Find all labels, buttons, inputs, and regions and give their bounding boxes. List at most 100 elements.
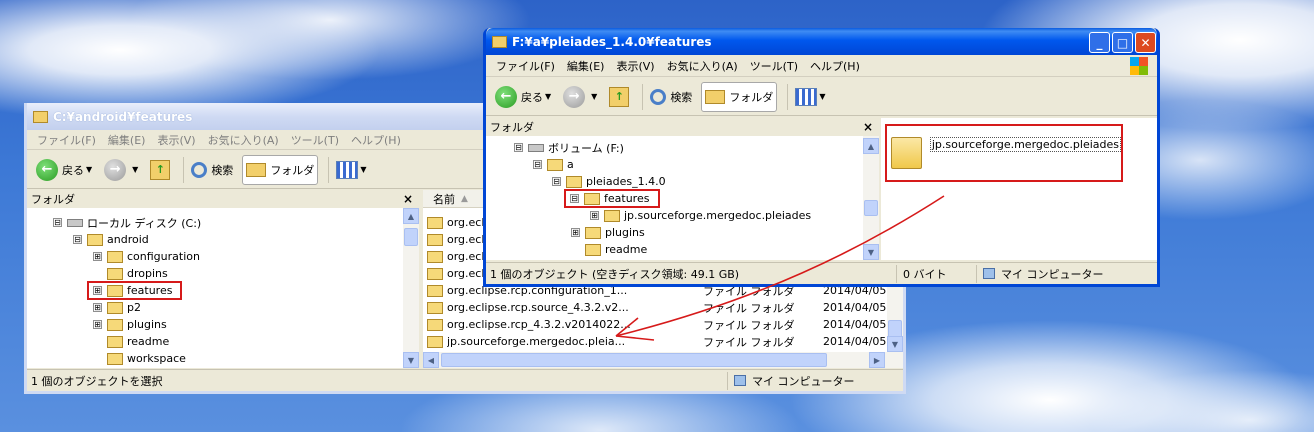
- close-folders-pane-button[interactable]: ×: [863, 120, 873, 134]
- collapse-icon[interactable]: ⊟: [533, 160, 542, 169]
- folder-icon: [107, 335, 123, 348]
- scroll-right-icon[interactable]: ▶: [869, 352, 885, 368]
- folder-tree-scrollbar[interactable]: ▲ ▼: [863, 136, 879, 260]
- menu-tools[interactable]: ツール(T): [285, 132, 345, 148]
- minimize-button[interactable]: _: [1089, 32, 1110, 53]
- tree-item-features[interactable]: ⊞ features: [87, 281, 182, 300]
- list-item[interactable]: org.eclipse.rcp_4.3.2.v2014022... ファイル フォ…: [423, 316, 887, 333]
- folder-icon: [107, 301, 123, 314]
- back-arrow-icon: ←: [36, 158, 58, 181]
- toolbar-separator: [787, 83, 789, 110]
- back-button[interactable]: ← 戻る ▼: [33, 155, 95, 185]
- scroll-thumb[interactable]: [441, 353, 827, 367]
- folders-pane-header: フォルダ ×: [27, 190, 419, 208]
- tree-item-configuration[interactable]: ⊞ configuration: [93, 248, 200, 265]
- tree-item-readme[interactable]: readme: [107, 333, 169, 350]
- tree-item-plugins[interactable]: ⊞ plugins: [93, 316, 167, 333]
- up-folder-button[interactable]: ↑: [606, 82, 632, 112]
- scroll-up-icon[interactable]: ▲: [403, 208, 419, 224]
- menu-file[interactable]: ファイル(F): [490, 58, 561, 74]
- scroll-down-icon[interactable]: ▼: [403, 352, 419, 368]
- folder-icon: [107, 267, 123, 280]
- menu-favorites[interactable]: お気に入り(A): [202, 132, 285, 148]
- folders-button[interactable]: フォルダ: [242, 154, 319, 185]
- toolbar-separator: [642, 83, 644, 110]
- menu-edit[interactable]: 編集(E): [561, 58, 611, 74]
- toolbar-separator: [183, 156, 185, 183]
- up-folder-icon: ↑: [609, 86, 630, 107]
- tree-item-mergedoc[interactable]: ⊞ jp.sourceforge.mergedoc.pleiades: [590, 207, 811, 224]
- expand-icon[interactable]: ⊞: [590, 211, 599, 220]
- right-title-bar[interactable]: F:¥a¥pleiades_1.4.0¥features _ □ ✕: [486, 28, 1157, 55]
- folders-pane-header: フォルダ ×: [486, 118, 879, 136]
- menu-view[interactable]: 表示(V): [610, 58, 660, 74]
- collapse-icon[interactable]: ⊟: [514, 143, 523, 152]
- tree-item-pleiades[interactable]: ⊟ pleiades_1.4.0: [552, 173, 666, 190]
- right-explorer-window[interactable]: F:¥a¥pleiades_1.4.0¥features _ □ ✕ ファイル(…: [483, 28, 1160, 287]
- scroll-left-icon[interactable]: ◀: [423, 352, 439, 368]
- column-name-header[interactable]: 名前: [427, 191, 455, 207]
- up-folder-button[interactable]: ↑: [147, 155, 173, 185]
- tree-item-workspace[interactable]: workspace: [107, 350, 186, 367]
- tree-item-readme[interactable]: readme: [585, 241, 647, 258]
- status-location: マイ コンピューター: [727, 371, 855, 390]
- tree-item-local-disk[interactable]: ⊟ ローカル ディスク (C:): [53, 214, 201, 231]
- collapse-icon[interactable]: ⊟: [570, 194, 579, 203]
- tree-item-p2[interactable]: ⊞ p2: [93, 299, 141, 316]
- sort-ascending-icon: ▲: [461, 193, 468, 204]
- forward-button[interactable]: → ▼: [101, 155, 141, 185]
- search-button[interactable]: 検索: [647, 82, 695, 112]
- left-window-title: C:¥android¥features: [53, 109, 193, 124]
- status-location: マイ コンピューター: [976, 264, 1104, 283]
- computer-icon: [734, 375, 746, 386]
- file-list-hscrollbar[interactable]: ◀ ▶: [423, 352, 903, 368]
- menu-help[interactable]: ヘルプ(H): [804, 58, 866, 74]
- list-item[interactable]: org.eclipse.rcp.source_4.3.2.v2... ファイル フ…: [423, 299, 887, 316]
- expand-icon[interactable]: ⊞: [93, 303, 102, 312]
- list-item[interactable]: jp.sourceforge.mergedoc.pleia... ファイル フォル…: [423, 333, 887, 350]
- tree-item-android[interactable]: ⊟ android: [73, 231, 149, 248]
- back-button[interactable]: ← 戻る ▼: [492, 82, 554, 112]
- folders-button[interactable]: フォルダ: [701, 81, 778, 112]
- search-icon: [650, 88, 667, 105]
- menu-edit[interactable]: 編集(E): [102, 132, 152, 148]
- menu-favorites[interactable]: お気に入り(A): [661, 58, 744, 74]
- views-icon: [336, 160, 359, 179]
- right-toolbar: ← 戻る ▼ → ▼ ↑ 検索 フォルダ ▼: [486, 78, 1157, 116]
- scroll-down-icon[interactable]: ▼: [863, 244, 879, 260]
- expand-icon[interactable]: ⊞: [93, 286, 102, 295]
- folder-tree-scrollbar[interactable]: ▲ ▼: [403, 208, 419, 368]
- menu-view[interactable]: 表示(V): [151, 132, 201, 148]
- tree-item-features[interactable]: ⊟ features: [564, 189, 660, 208]
- menu-help[interactable]: ヘルプ(H): [345, 132, 407, 148]
- collapse-icon[interactable]: ⊟: [552, 177, 561, 186]
- forward-button[interactable]: → ▼: [560, 82, 600, 112]
- tree-item-dropins[interactable]: dropins: [107, 265, 168, 282]
- maximize-button[interactable]: □: [1112, 32, 1133, 53]
- views-button[interactable]: ▼: [792, 82, 828, 112]
- menu-tools[interactable]: ツール(T): [744, 58, 804, 74]
- close-button[interactable]: ✕: [1135, 32, 1156, 53]
- expand-icon[interactable]: ⊞: [571, 228, 580, 237]
- folder-icon: [33, 110, 48, 123]
- search-button[interactable]: 検索: [188, 155, 236, 185]
- tree-item-plugins[interactable]: ⊞ plugins: [571, 224, 645, 241]
- scroll-thumb[interactable]: [404, 228, 418, 246]
- collapse-icon[interactable]: ⊟: [73, 235, 82, 244]
- folder-icon: [427, 267, 443, 280]
- expand-icon[interactable]: ⊞: [93, 320, 102, 329]
- scroll-down-icon[interactable]: ▼: [887, 336, 903, 352]
- expand-icon[interactable]: ⊞: [93, 252, 102, 261]
- scroll-thumb[interactable]: [864, 200, 878, 216]
- pleiades-folder-item[interactable]: jp.sourceforge.mergedoc.pleiades: [885, 124, 1123, 182]
- tree-item-a[interactable]: ⊟ a: [533, 156, 574, 173]
- views-button[interactable]: ▼: [333, 155, 369, 185]
- scroll-up-icon[interactable]: ▲: [863, 138, 879, 154]
- tree-item-volume[interactable]: ⊟ ボリューム (F:): [514, 139, 624, 156]
- close-folders-pane-button[interactable]: ×: [403, 192, 413, 206]
- menu-file[interactable]: ファイル(F): [31, 132, 102, 148]
- left-status-bar: 1 個のオブジェクトを選択 マイ コンピューター: [27, 369, 903, 391]
- folder-tree: ⊟ ボリューム (F:) ⊟ a ⊟ pleiades_1.4.0 ⊟ features…: [486, 136, 863, 260]
- collapse-icon[interactable]: ⊟: [53, 218, 62, 227]
- folder-icon: [107, 250, 123, 263]
